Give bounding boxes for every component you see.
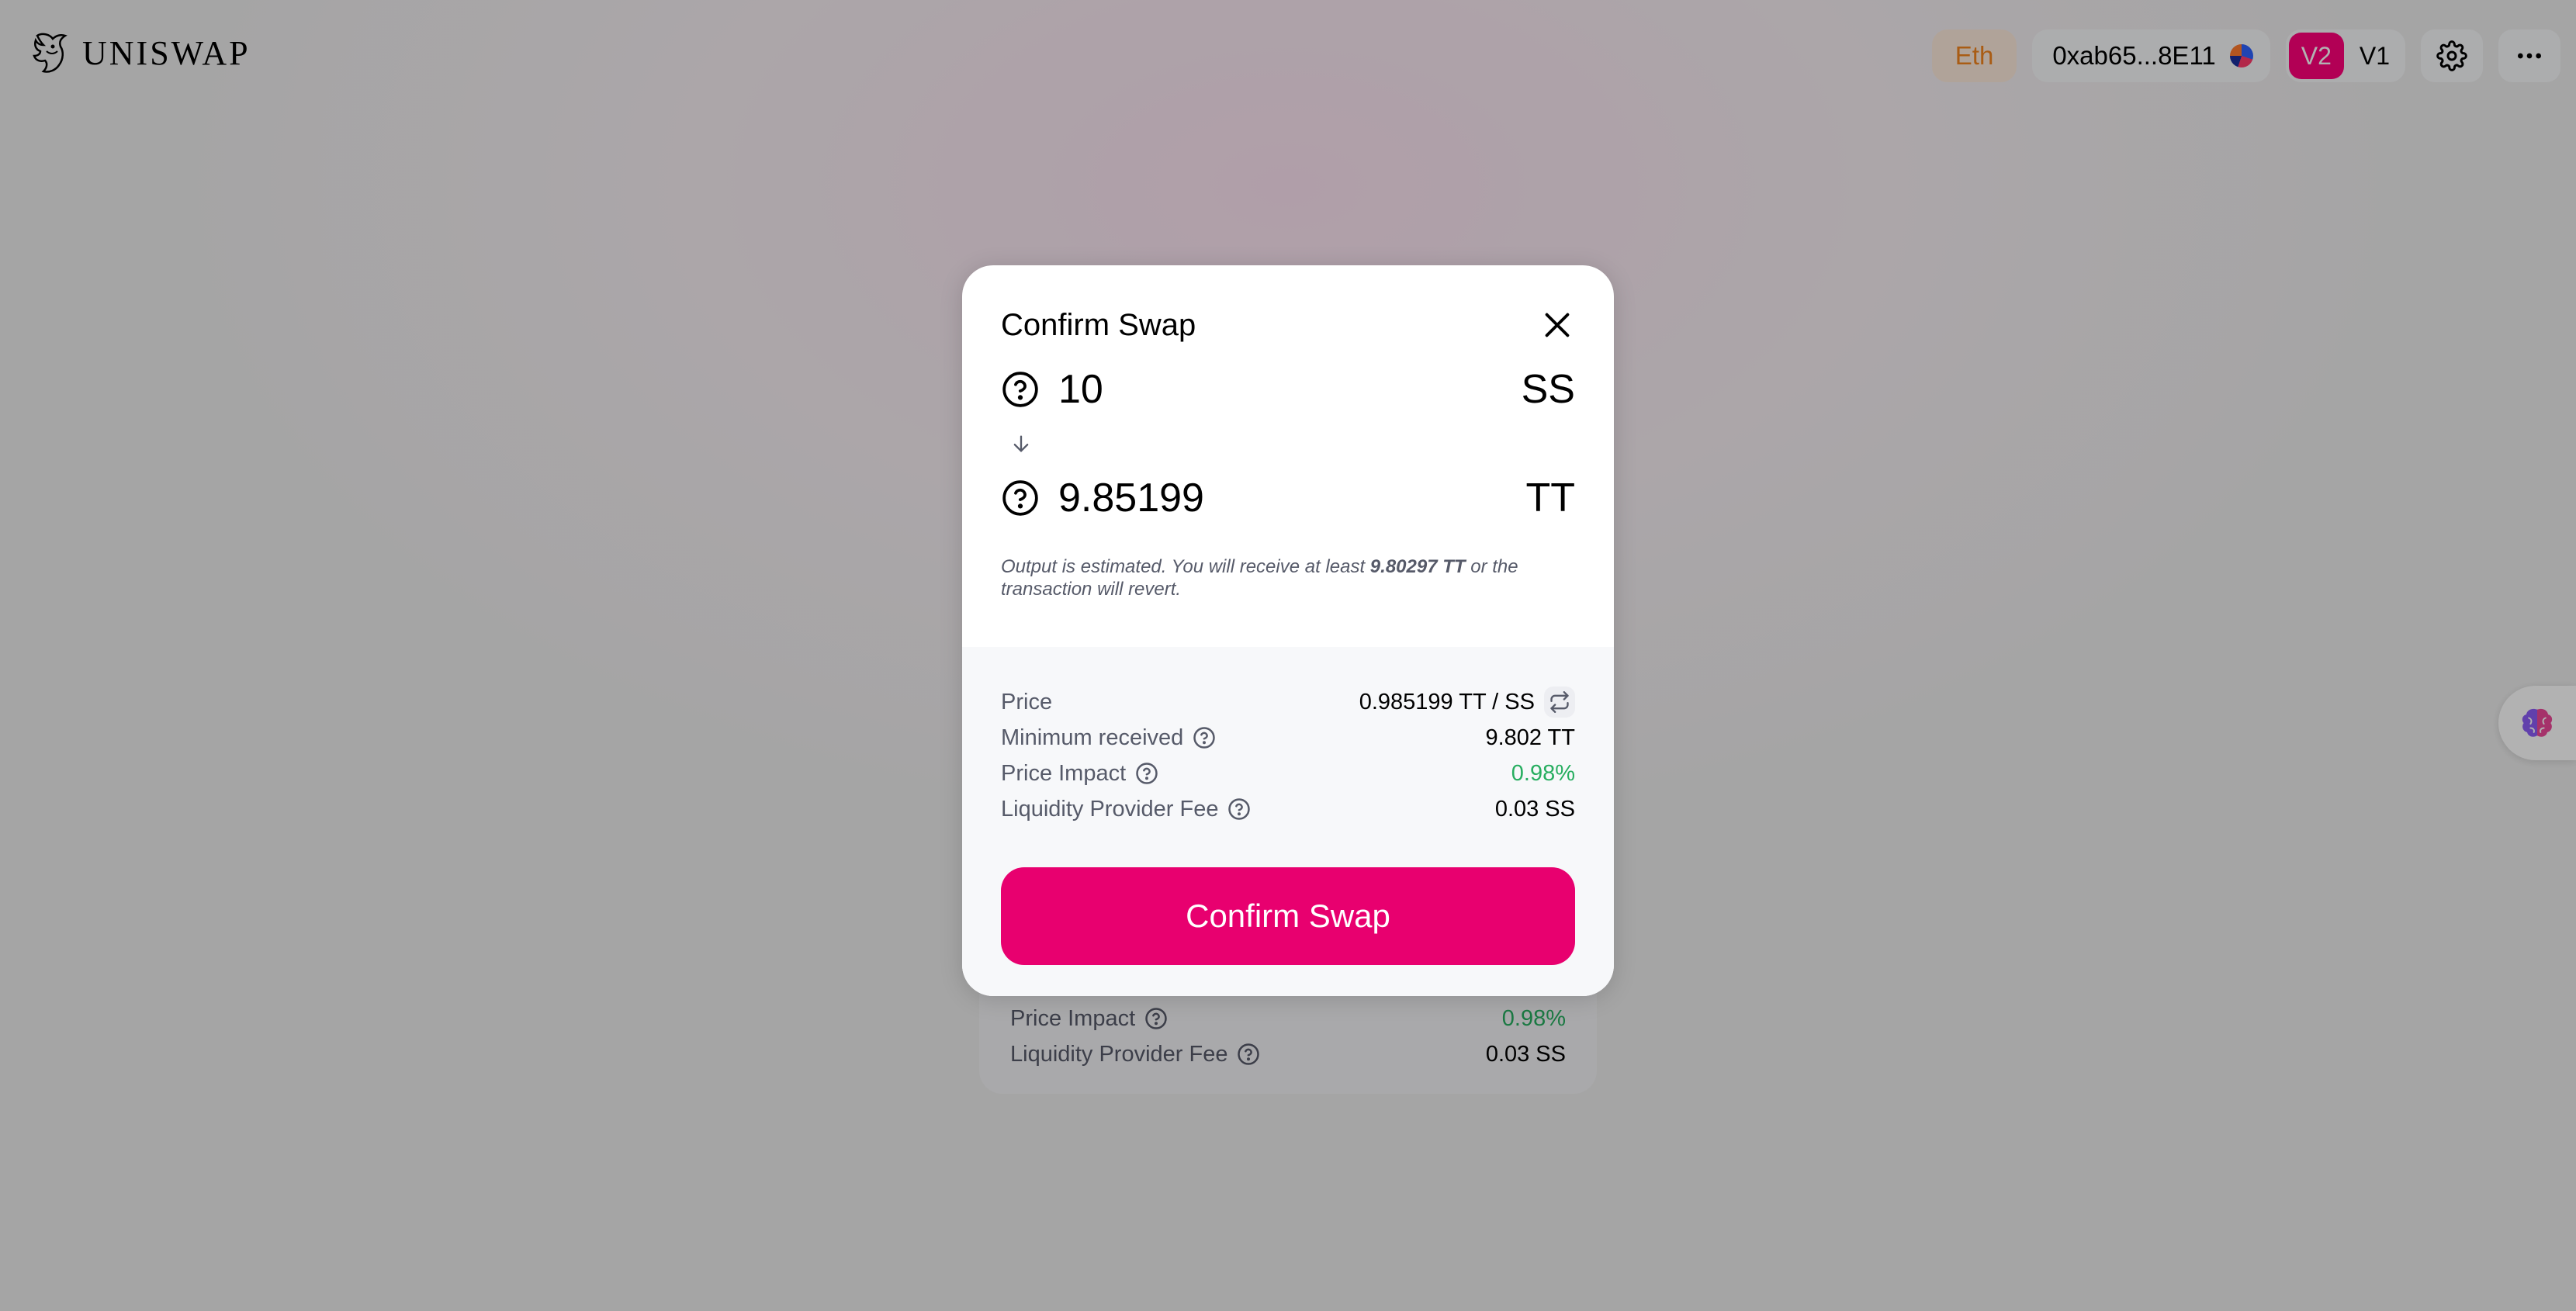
swap-direction	[1001, 417, 1575, 470]
modal-summary-section: Confirm Swap 10 SS 9.85199 TT Output is …	[962, 265, 1614, 647]
help-icon[interactable]	[1135, 762, 1158, 785]
modal-header: Confirm Swap	[1001, 304, 1575, 346]
modal-details-section: Price 0.985199 TT / SS Minimum received …	[962, 647, 1614, 996]
input-amount: 10	[1058, 367, 1103, 412]
minimum-received-label: Minimum received	[1001, 725, 1184, 750]
lp-fee-row: Liquidity Provider Fee 0.03 SS	[1001, 791, 1575, 827]
close-icon[interactable]	[1539, 307, 1575, 343]
minimum-received-value: 9.802 TT	[1485, 725, 1575, 750]
arrow-down-icon	[1013, 435, 1029, 452]
help-icon[interactable]	[1227, 797, 1251, 821]
output-symbol: TT	[1525, 476, 1575, 521]
lp-fee-label: Liquidity Provider Fee	[1001, 796, 1219, 822]
output-estimate-note: Output is estimated. You will receive at…	[1001, 555, 1560, 600]
price-row: Price 0.985199 TT / SS	[1001, 684, 1575, 720]
confirm-swap-button[interactable]: Confirm Swap	[1001, 867, 1575, 965]
price-impact-row: Price Impact 0.98%	[1001, 756, 1575, 791]
confirm-swap-modal: Confirm Swap 10 SS 9.85199 TT Output is …	[962, 265, 1614, 996]
minimum-received-row: Minimum received 9.802 TT	[1001, 720, 1575, 756]
input-symbol: SS	[1521, 367, 1575, 412]
estimate-minimum: 9.80297 TT	[1369, 556, 1466, 577]
price-value: 0.985199 TT / SS	[1359, 689, 1535, 714]
output-amount: 9.85199	[1058, 476, 1204, 521]
unknown-token-icon	[1002, 372, 1038, 407]
help-icon[interactable]	[1193, 726, 1216, 749]
input-token-row: 10 SS	[1001, 361, 1575, 417]
estimate-prefix: Output is estimated. You will receive at…	[1001, 556, 1370, 577]
invert-price-button[interactable]	[1544, 687, 1575, 718]
unknown-token-icon	[1002, 480, 1038, 516]
price-label: Price	[1001, 689, 1053, 714]
price-impact-value: 0.98%	[1511, 760, 1575, 786]
modal-title: Confirm Swap	[1001, 307, 1196, 342]
lp-fee-value: 0.03 SS	[1494, 796, 1575, 822]
price-impact-label: Price Impact	[1001, 760, 1127, 786]
output-token-row: 9.85199 TT	[1001, 470, 1575, 526]
repeat-arrows-icon	[1550, 691, 1569, 713]
